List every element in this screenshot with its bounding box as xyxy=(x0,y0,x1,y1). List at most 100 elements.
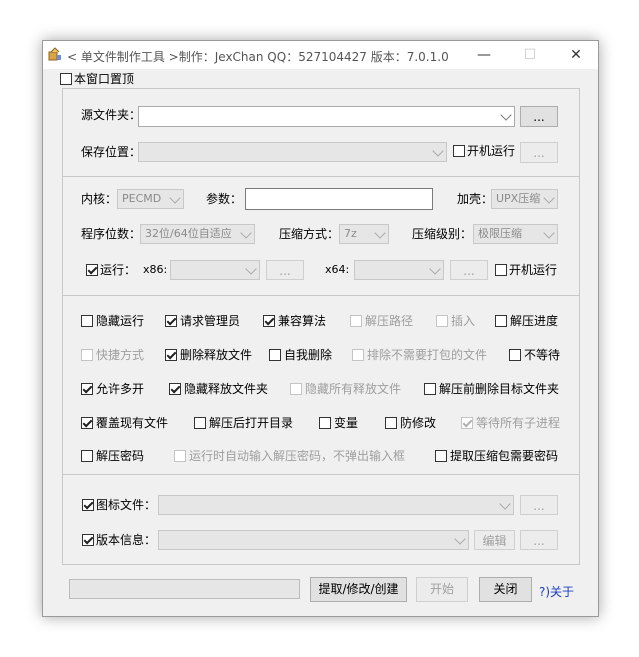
option-label-20: 等待所有子进程 xyxy=(476,416,561,430)
about-link[interactable]: ?)关于 xyxy=(539,583,574,600)
shell-combo[interactable]: UPX压缩 xyxy=(491,189,558,209)
option-label-10: 排除不需要打包的文件 xyxy=(367,348,488,362)
compress-level-combo[interactable]: 极限压缩 xyxy=(473,224,558,244)
save-autorun-label: 开机运行 xyxy=(467,144,516,158)
option-checkbox-6[interactable] xyxy=(495,315,507,327)
close-icon[interactable]: ✕ xyxy=(553,41,599,69)
icon-file-checkbox[interactable] xyxy=(82,499,94,511)
params-input[interactable] xyxy=(245,188,433,210)
source-folder-combo[interactable] xyxy=(138,106,515,127)
chevron-down-icon xyxy=(240,227,252,239)
main-window: < 单文件制作工具 >制作：JexChan QQ：527104427 版本：7.… xyxy=(42,40,599,617)
option-checkbox-15[interactable] xyxy=(424,383,436,395)
option-checkbox-11[interactable] xyxy=(509,349,521,361)
app-icon xyxy=(48,47,61,61)
option-label-8: 删除释放文件 xyxy=(180,348,253,362)
chevron-down-icon xyxy=(169,192,181,204)
option-label-16: 覆盖现有文件 xyxy=(96,416,169,430)
start-button[interactable]: 开始 xyxy=(416,577,468,602)
option-label-15: 解压前删除目标文件夹 xyxy=(439,382,560,396)
save-location-label: 保存位置： xyxy=(81,145,142,159)
chevron-down-icon xyxy=(454,533,466,545)
chevron-down-icon xyxy=(500,109,512,121)
option-label-19: 防修改 xyxy=(400,416,437,430)
option-label-11: 不等待 xyxy=(524,348,561,362)
icon-browse-button[interactable]: ... xyxy=(520,495,558,515)
chevron-down-icon xyxy=(543,227,555,239)
extract-modify-create-button[interactable]: 提取/修改/创建 xyxy=(310,577,407,602)
compress-method-label: 压缩方式： xyxy=(279,227,340,241)
edit-button[interactable]: 编辑 xyxy=(474,530,515,550)
option-checkbox-9[interactable] xyxy=(269,349,281,361)
chevron-down-icon xyxy=(429,263,441,275)
option-checkbox-16[interactable] xyxy=(81,417,93,429)
run-autorun-checkbox[interactable] xyxy=(495,264,507,276)
option-checkbox-10 xyxy=(352,349,364,361)
minimize-icon[interactable]: — xyxy=(461,41,507,69)
shell-value: UPX压缩 xyxy=(496,192,541,205)
save-autorun-checkbox[interactable] xyxy=(453,145,465,157)
option-checkbox-8[interactable] xyxy=(165,349,177,361)
progress-bar xyxy=(69,579,300,599)
bits-combo[interactable]: 32位/64位自适应 xyxy=(140,224,255,244)
kernel-value: PECMD xyxy=(122,192,162,205)
window-title: < 单文件制作工具 >制作：JexChan QQ：527104427 版本：7.… xyxy=(67,50,449,64)
option-checkbox-23[interactable] xyxy=(435,450,447,462)
option-checkbox-4 xyxy=(350,315,362,327)
x64-label: x64: xyxy=(325,263,350,276)
save-location-combo[interactable] xyxy=(138,142,447,162)
option-checkbox-12[interactable] xyxy=(81,383,93,395)
topmost-checkbox[interactable] xyxy=(60,73,72,85)
version-browse-button[interactable]: ... xyxy=(520,530,558,550)
resources-group xyxy=(62,474,580,565)
shell-label: 加壳： xyxy=(457,192,494,206)
icon-file-label: 图标文件： xyxy=(96,498,157,512)
save-browse-button[interactable]: ... xyxy=(520,142,558,163)
option-checkbox-1[interactable] xyxy=(81,315,93,327)
topmost-label: 本窗口置顶 xyxy=(74,72,135,86)
compress-method-value: 7z xyxy=(344,227,357,240)
option-label-4: 解压路径 xyxy=(365,314,414,328)
x64-combo[interactable] xyxy=(354,260,444,280)
run-label: 运行： xyxy=(100,263,137,277)
option-checkbox-13[interactable] xyxy=(169,383,181,395)
option-label-5: 插入 xyxy=(451,314,476,328)
option-checkbox-7 xyxy=(81,349,93,361)
chevron-down-icon xyxy=(499,498,511,510)
paths-group xyxy=(62,88,580,177)
option-checkbox-18[interactable] xyxy=(319,417,331,429)
option-checkbox-20 xyxy=(461,417,473,429)
option-checkbox-19[interactable] xyxy=(385,417,397,429)
x64-browse-button[interactable]: ... xyxy=(450,260,488,280)
chevron-down-icon xyxy=(432,145,444,157)
run-checkbox[interactable] xyxy=(86,264,98,276)
close-button[interactable]: 关闭 xyxy=(479,577,532,602)
kernel-combo[interactable]: PECMD xyxy=(117,189,184,209)
bits-label: 程序位数： xyxy=(81,227,142,241)
chevron-down-icon xyxy=(374,227,386,239)
option-checkbox-22 xyxy=(174,450,186,462)
title-bar[interactable]: < 单文件制作工具 >制作：JexChan QQ：527104427 版本：7.… xyxy=(43,41,598,69)
chevron-down-icon xyxy=(543,192,555,204)
option-checkbox-3[interactable] xyxy=(263,315,275,327)
icon-file-combo[interactable] xyxy=(158,495,514,515)
chevron-down-icon xyxy=(245,263,257,275)
source-browse-button[interactable]: ... xyxy=(520,106,558,127)
version-info-checkbox[interactable] xyxy=(82,534,94,546)
version-info-label: 版本信息： xyxy=(96,533,157,547)
option-label-9: 自我删除 xyxy=(284,348,333,362)
option-checkbox-21[interactable] xyxy=(81,450,93,462)
option-checkbox-17[interactable] xyxy=(194,417,206,429)
option-label-23: 提取压缩包需要密码 xyxy=(450,449,559,463)
version-info-combo[interactable] xyxy=(158,530,469,550)
option-label-13: 隐藏释放文件夹 xyxy=(184,382,269,396)
option-label-1: 隐藏运行 xyxy=(96,314,145,328)
x86-label: x86: xyxy=(143,263,168,276)
maximize-icon: ☐ xyxy=(523,47,537,63)
x86-browse-button[interactable]: ... xyxy=(266,260,304,280)
x86-combo[interactable] xyxy=(170,260,260,280)
compress-method-combo[interactable]: 7z xyxy=(339,224,389,244)
option-label-14: 隐藏所有释放文件 xyxy=(305,382,402,396)
option-checkbox-2[interactable] xyxy=(165,315,177,327)
option-label-22: 运行时自动输入解压密码，不弹出输入框 xyxy=(189,449,406,463)
